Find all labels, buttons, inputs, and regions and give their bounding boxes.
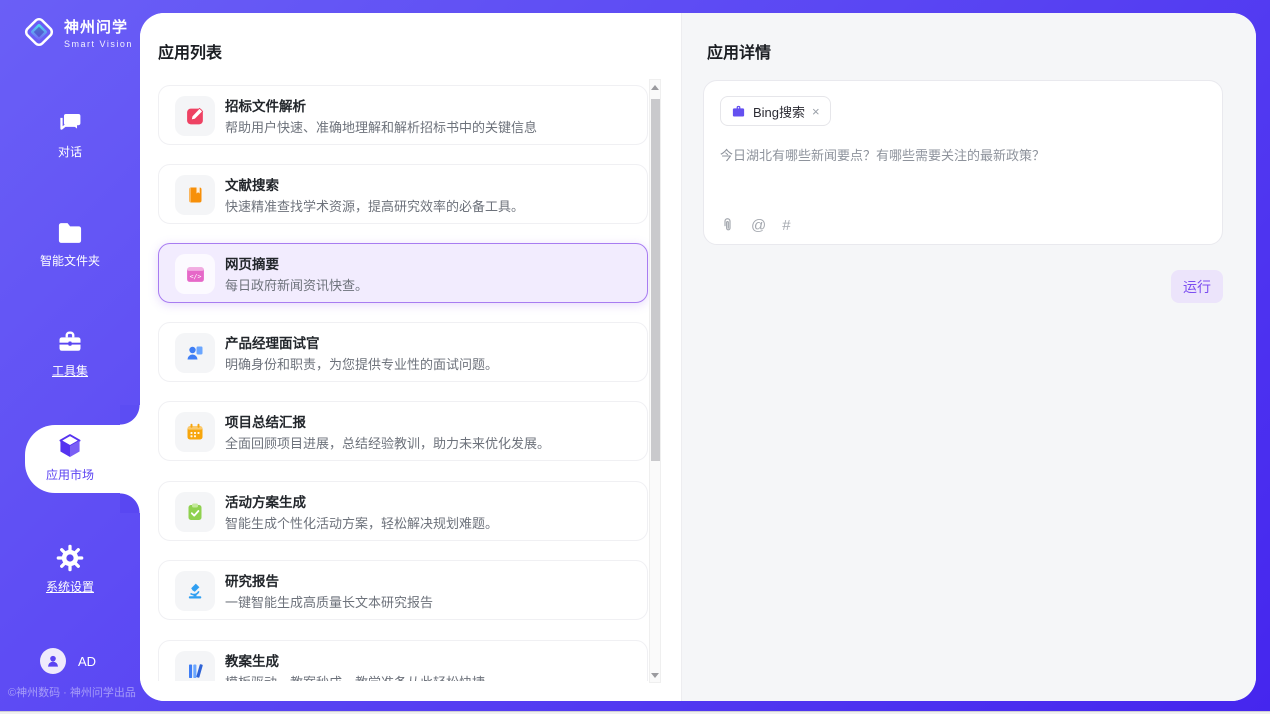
app-card-web-summary[interactable]: </> 网页摘要 每日政府新闻资讯快查。 xyxy=(158,243,648,303)
app-list: 招标文件解析 帮助用户快速、准确地理解和解析招标书中的关键信息 文献搜索 快速精… xyxy=(140,13,681,681)
app-title: 文献搜索 xyxy=(225,174,279,194)
sidebar-item-toolbox[interactable]: 工具集 xyxy=(0,328,140,379)
avatar[interactable] xyxy=(40,648,66,674)
calendar-icon xyxy=(175,412,215,452)
doc-edit-icon xyxy=(175,96,215,136)
logo: 神州问学 Smart Vision xyxy=(20,12,133,52)
app-title: 招标文件解析 xyxy=(225,95,306,115)
books-icon xyxy=(175,651,215,681)
app-desc: 明确身份和职责，为您提供专业性的面试问题。 xyxy=(225,354,498,373)
app-window: 神州问学 Smart Vision 对话 智能文件夹 工具 xyxy=(0,0,1270,714)
sidebar: 神州问学 Smart Vision 对话 智能文件夹 工具 xyxy=(0,0,140,711)
app-title: 产品经理面试官 xyxy=(225,332,320,352)
sidebar-item-label: 智能文件夹 xyxy=(40,252,100,269)
app-card-project-summary[interactable]: 项目总结汇报 全面回顾项目进展，总结经验教训，助力未来优化发展。 xyxy=(158,401,648,461)
microscope-icon xyxy=(175,571,215,611)
app-desc: 一键智能生成高质量长文本研究报告 xyxy=(225,592,433,611)
brand-subtitle: Smart Vision xyxy=(64,39,133,49)
app-desc: 模板驱动，教案秒成，教学准备从此轻松快捷 xyxy=(225,672,485,681)
app-card-research-report[interactable]: 研究报告 一键智能生成高质量长文本研究报告 xyxy=(158,560,648,620)
app-title: 活动方案生成 xyxy=(225,491,306,511)
app-list-title: 应用列表 xyxy=(158,39,222,63)
app-title: 网页摘要 xyxy=(225,253,279,273)
app-card-pm-interviewer[interactable]: 产品经理面试官 明确身份和职责，为您提供专业性的面试问题。 xyxy=(158,322,648,382)
scrollbar[interactable] xyxy=(649,79,661,683)
main-content: 招标文件解析 帮助用户快速、准确地理解和解析招标书中的关键信息 文献搜索 快速精… xyxy=(140,13,1256,701)
tool-tag-label: Bing搜索 xyxy=(753,102,805,121)
app-desc: 快速精准查找学术资源，提高研究效率的必备工具。 xyxy=(225,196,524,215)
attachment-toolbar: @ # xyxy=(720,216,791,234)
cube-icon xyxy=(56,432,84,460)
paperclip-icon[interactable] xyxy=(720,216,735,234)
briefcase-icon xyxy=(731,104,746,119)
app-desc: 全面回顾项目进展，总结经验教训，助力未来优化发展。 xyxy=(225,433,550,452)
browser-code-icon: </> xyxy=(175,254,215,294)
clipboard-check-icon xyxy=(175,492,215,532)
sidebar-item-chat[interactable]: 对话 xyxy=(0,110,140,160)
book-icon xyxy=(175,175,215,215)
run-button[interactable]: 运行 xyxy=(1171,270,1223,303)
app-detail-panel: 应用详情 Bing搜索 × 今日湖北有哪些新闻要点？有哪些需要关注的最新政策？ … xyxy=(681,13,1256,701)
active-nav-curve-top xyxy=(120,405,140,425)
app-card-bid-analysis[interactable]: 招标文件解析 帮助用户快速、准确地理解和解析招标书中的关键信息 xyxy=(158,85,648,145)
app-desc: 每日政府新闻资讯快查。 xyxy=(225,275,368,294)
user-name: AD xyxy=(78,654,96,669)
chat-icon xyxy=(57,110,84,137)
query-text[interactable]: 今日湖北有哪些新闻要点？有哪些需要关注的最新政策？ xyxy=(720,145,1208,164)
active-nav-curve-bottom xyxy=(120,493,140,513)
person-icon xyxy=(45,653,61,669)
sidebar-item-label: 应用市场 xyxy=(46,466,94,483)
sidebar-item-label: 系统设置 xyxy=(46,578,94,595)
tool-tag-bing-search[interactable]: Bing搜索 × xyxy=(720,96,831,126)
app-card-event-plan[interactable]: 活动方案生成 智能生成个性化活动方案，轻松解决规划难题。 xyxy=(158,481,648,541)
sidebar-item-label: 工具集 xyxy=(52,362,88,379)
user-row[interactable]: AD xyxy=(40,648,96,674)
scrollbar-thumb[interactable] xyxy=(651,99,660,461)
gear-icon xyxy=(56,544,84,572)
scroll-up-icon[interactable] xyxy=(650,81,660,93)
sidebar-item-app-market[interactable]: 应用市场 xyxy=(0,432,140,483)
sidebar-item-smart-folder[interactable]: 智能文件夹 xyxy=(0,220,140,269)
svg-text:</>: </> xyxy=(189,272,201,280)
toolbox-icon xyxy=(56,328,84,356)
sidebar-item-settings[interactable]: 系统设置 xyxy=(0,544,140,595)
app-list-panel: 招标文件解析 帮助用户快速、准确地理解和解析招标书中的关键信息 文献搜索 快速精… xyxy=(140,13,681,701)
hash-icon[interactable]: # xyxy=(782,217,790,234)
copyright-text: ©神州数码 · 神州问学出品 xyxy=(8,684,136,700)
app-detail-title: 应用详情 xyxy=(707,39,771,63)
app-card-lesson-plan[interactable]: 教案生成 模板驱动，教案秒成，教学准备从此轻松快捷 xyxy=(158,640,648,681)
app-title: 教案生成 xyxy=(225,650,279,670)
app-title: 项目总结汇报 xyxy=(225,411,306,431)
scroll-down-icon[interactable] xyxy=(650,669,660,681)
app-card-literature-search[interactable]: 文献搜索 快速精准查找学术资源，提高研究效率的必备工具。 xyxy=(158,164,648,224)
brand-name: 神州问学 xyxy=(64,16,133,37)
folder-icon xyxy=(56,220,84,246)
app-desc: 帮助用户快速、准确地理解和解析招标书中的关键信息 xyxy=(225,117,537,136)
close-icon[interactable]: × xyxy=(812,105,820,118)
app-title: 研究报告 xyxy=(225,570,279,590)
sidebar-item-label: 对话 xyxy=(58,143,82,160)
brand-diamond-icon xyxy=(20,12,58,52)
at-icon[interactable]: @ xyxy=(751,217,766,234)
app-desc: 智能生成个性化活动方案，轻松解决规划难题。 xyxy=(225,513,498,532)
interviewer-icon xyxy=(175,333,215,373)
query-editor[interactable]: Bing搜索 × 今日湖北有哪些新闻要点？有哪些需要关注的最新政策？ @ # xyxy=(703,80,1223,245)
